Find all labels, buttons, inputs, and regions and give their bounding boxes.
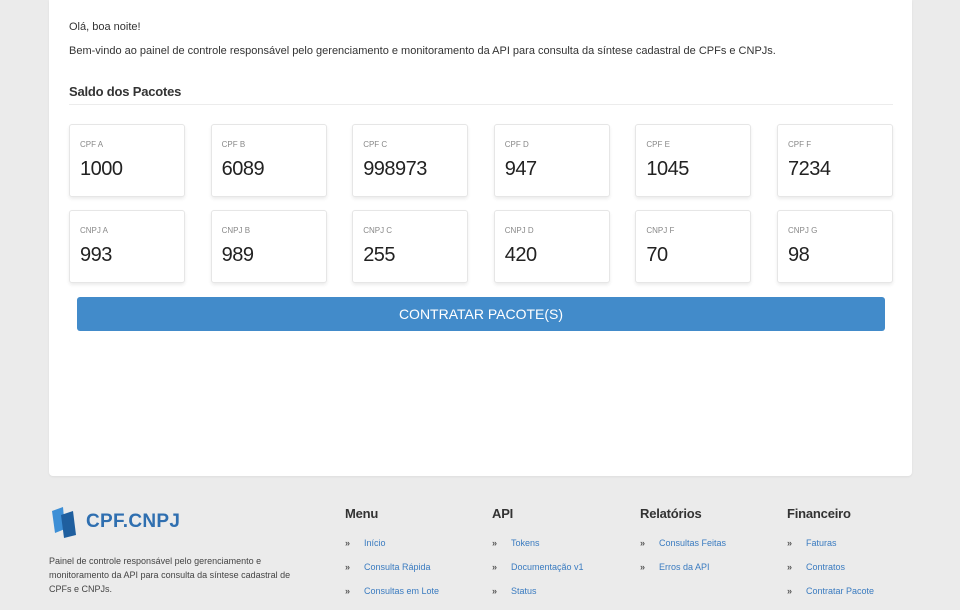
balance-card-cnpj-c: CNPJ C 255 xyxy=(352,210,469,283)
card-label: CNPJ C xyxy=(363,226,393,235)
footer-link-item: » Tokens xyxy=(492,538,584,562)
chevron-right-icon: » xyxy=(345,538,351,548)
balance-card-cpf-e: CPF E 1045 xyxy=(635,124,752,197)
footer-link-item: » Erros da API xyxy=(640,562,726,586)
balance-card-cnpj-a: CNPJ A 993 xyxy=(69,210,185,283)
balance-card-cpf-b: CPF B 6089 xyxy=(210,124,327,197)
balance-card-cnpj-d: CNPJ D 420 xyxy=(493,210,610,283)
footer-column-title: Menu xyxy=(345,506,379,521)
card-label: CNPJ B xyxy=(221,226,251,235)
greeting-text: Olá, boa noite! xyxy=(69,21,141,33)
card-label: CNPJ G xyxy=(787,226,818,235)
chevron-right-icon: » xyxy=(492,562,498,572)
footer-link-item: » Contratos xyxy=(787,562,874,586)
footer-column-api: API » Tokens » Documentação v1 » Status xyxy=(492,506,584,610)
package-balance-grid: CPF A 1000 CPF B 6089 CPF C 998973 CPF D… xyxy=(69,124,893,296)
card-value: 70 xyxy=(646,244,668,266)
footer-column-title: API xyxy=(492,506,514,521)
footer-link-documentacao[interactable]: Documentação v1 xyxy=(511,562,584,572)
footer-link-item: » Contratar Pacote xyxy=(787,586,874,610)
footer-link-inicio[interactable]: Início xyxy=(364,538,386,548)
chevron-right-icon: » xyxy=(640,562,646,572)
balance-card-cpf-d: CPF D 947 xyxy=(493,124,610,197)
footer-link-consultas-feitas[interactable]: Consultas Feitas xyxy=(659,538,726,548)
card-label: CNPJ F xyxy=(646,226,675,235)
footer-link-status[interactable]: Status xyxy=(511,586,537,596)
footer-column-title: Financeiro xyxy=(787,506,851,521)
card-value: 1000 xyxy=(80,158,123,180)
footer-link-item: » Documentação v1 xyxy=(492,562,584,586)
buy-packages-button[interactable]: CONTRATAR PACOTE(S) xyxy=(77,297,885,331)
card-value: 993 xyxy=(80,244,112,266)
balance-card-cpf-f: CPF F 7234 xyxy=(776,124,893,197)
footer-column-financeiro: Financeiro » Faturas » Contratos » Contrata… xyxy=(787,506,874,610)
balance-card-cnpj-g: CNPJ G 98 xyxy=(776,210,893,283)
chevron-right-icon: » xyxy=(492,586,498,596)
footer-brand: CPF.CNPJ xyxy=(49,505,180,539)
card-value: 6089 xyxy=(221,158,265,180)
card-value: 420 xyxy=(504,244,537,266)
balance-card-cnpj-f: CNPJ F 70 xyxy=(635,210,752,283)
chevron-right-icon: » xyxy=(787,586,793,596)
footer-column-title: Relatórios xyxy=(640,506,702,521)
card-label: CPF A xyxy=(80,140,104,149)
chevron-right-icon: » xyxy=(345,586,351,596)
card-label: CPF D xyxy=(504,140,529,149)
footer-link-contratos[interactable]: Contratos xyxy=(806,562,845,572)
welcome-text: Bem-vindo ao painel de controle responsá… xyxy=(69,45,776,57)
card-value: 98 xyxy=(787,244,810,266)
footer-link-item: » Consultas em Lote xyxy=(345,586,439,610)
card-label: CNPJ D xyxy=(504,226,534,235)
footer-link-item: » Consultas Feitas xyxy=(640,538,726,562)
chevron-right-icon: » xyxy=(787,538,793,548)
chevron-right-icon: » xyxy=(640,538,646,548)
chevron-right-icon: » xyxy=(787,562,793,572)
card-value: 989 xyxy=(221,244,254,266)
card-value: 947 xyxy=(504,158,537,180)
balance-card-cpf-c: CPF C 998973 xyxy=(352,124,469,197)
footer-link-contratar-pacote[interactable]: Contratar Pacote xyxy=(806,586,874,596)
footer-link-erros-da-api[interactable]: Erros da API xyxy=(659,562,710,572)
main-panel: Olá, boa noite! Bem-vindo ao painel de c… xyxy=(49,0,912,476)
balance-card-cpf-a: CPF A 1000 xyxy=(69,124,185,197)
footer-link-faturas[interactable]: Faturas xyxy=(806,538,837,548)
card-label: CPF C xyxy=(363,140,388,149)
cpf-cnpj-logo-icon xyxy=(52,507,76,538)
footer-link-item: » Faturas xyxy=(787,538,874,562)
section-title: Saldo dos Pacotes xyxy=(69,84,893,105)
footer-link-tokens[interactable]: Tokens xyxy=(511,538,540,548)
balance-card-cnpj-b: CNPJ B 989 xyxy=(210,210,327,283)
card-label: CPF F xyxy=(787,140,812,149)
footer-link-consultas-em-lote[interactable]: Consultas em Lote xyxy=(364,586,439,596)
footer-link-item: » Consulta Rápida xyxy=(345,562,439,586)
card-value: 255 xyxy=(363,244,396,266)
card-label: CPF B xyxy=(221,140,246,149)
footer-column-relatorios: Relatórios » Consultas Feitas » Erros da A… xyxy=(640,506,726,586)
footer-column-menu: Menu » Início » Consulta Rápida » Consultas… xyxy=(345,506,439,610)
cpf-cards-row: CPF A 1000 CPF B 6089 CPF C 998973 CPF D… xyxy=(69,124,893,197)
chevron-right-icon: » xyxy=(345,562,351,572)
logo-text: CPF.CNPJ xyxy=(86,511,181,532)
footer-link-item: » Início xyxy=(345,538,439,562)
chevron-right-icon: » xyxy=(492,538,498,548)
card-label: CNPJ A xyxy=(80,226,109,235)
cnpj-cards-row: CNPJ A 993 CNPJ B 989 CNPJ C 255 CNPJ D … xyxy=(69,210,893,283)
card-value: 998973 xyxy=(363,158,427,180)
card-label: CPF E xyxy=(646,140,670,149)
card-value: 1045 xyxy=(646,158,689,180)
footer-link-item: » Status xyxy=(492,586,584,610)
footer-description: Painel de controle responsável pelo gere… xyxy=(49,556,291,594)
logo[interactable]: CPF.CNPJ xyxy=(49,505,180,539)
card-value: 7234 xyxy=(787,158,831,180)
footer-link-consulta-rapida[interactable]: Consulta Rápida xyxy=(364,562,431,572)
